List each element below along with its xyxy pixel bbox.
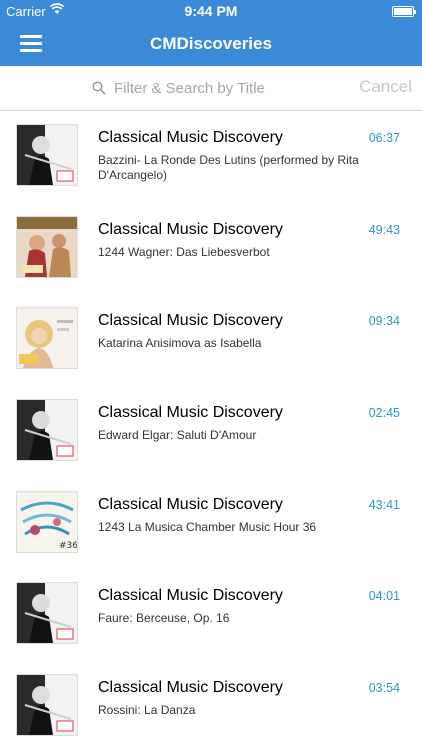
episode-thumbnail — [16, 582, 78, 645]
episode-duration: 06:37 — [368, 131, 400, 145]
episode-title: Classical Music Discovery — [98, 312, 283, 330]
episode-duration: 04:01 — [368, 589, 400, 604]
episode-subtitle: Edward Elgar: Saluti D'Amour — [98, 428, 257, 443]
episode-thumbnail — [16, 124, 78, 186]
top-bar: Carrier 9:44 PM CMDiscoveries — [0, 0, 422, 66]
search-icon — [92, 81, 106, 95]
list-item[interactable]: Classical Music Discovery Edward Elgar: S… — [0, 386, 422, 478]
episode-subtitle: 1244 Wagner: Das Liebesverbot — [98, 244, 270, 259]
list-item[interactable]: Classical Music Discovery Faure: Berceuse… — [0, 569, 422, 661]
cancel-button[interactable]: Cancel — [359, 77, 412, 97]
episode-duration: 43:41 — [368, 497, 400, 512]
episode-title: Classical Music Discovery — [98, 404, 283, 422]
episode-duration: 49:43 — [368, 222, 400, 237]
episode-thumbnail: #36 — [16, 490, 78, 553]
episode-thumbnail — [16, 674, 78, 737]
episode-subtitle: Bazzini- La Ronde Des Lutins (performed … — [98, 153, 359, 182]
episode-title: Classical Music Discovery — [98, 587, 283, 605]
episode-title: Classical Music Discovery — [98, 679, 283, 697]
episode-duration: 03:54 — [368, 681, 400, 696]
battery-icon — [392, 6, 416, 17]
episode-title: Classical Music Discovery — [98, 129, 283, 146]
episode-thumbnail — [16, 307, 78, 370]
episode-thumbnail — [16, 399, 78, 462]
search-input[interactable] — [114, 77, 334, 99]
episode-title: Classical Music Discovery — [98, 495, 283, 513]
episode-thumbnail — [16, 215, 78, 278]
episode-subtitle: Faure: Berceuse, Op. 16 — [98, 611, 230, 626]
navigation-bar: CMDiscoveries — [0, 22, 422, 66]
episode-list: Classical Music Discovery Bazzini- La Ron… — [0, 111, 422, 753]
status-time: 9:44 PM — [184, 3, 238, 19]
list-item[interactable]: Classical Music Discovery 1244 Wagner: Da… — [0, 203, 422, 295]
episode-subtitle: 1243 La Musica Chamber Music Hour 36 — [98, 519, 317, 534]
svg-text:#36: #36 — [59, 541, 77, 551]
status-bar: Carrier 9:44 PM — [0, 0, 422, 22]
list-item[interactable]: Classical Music Discovery Rossini: La Dan… — [0, 661, 422, 753]
list-item[interactable]: Classical Music Discovery Katarina Anisim… — [0, 294, 422, 386]
episode-duration: 09:34 — [368, 314, 400, 329]
episode-duration: 02:45 — [368, 406, 400, 421]
episode-title: Classical Music Discovery — [98, 220, 283, 238]
list-item[interactable]: #36 Classical Music Discovery 1243 La Musi… — [0, 478, 422, 570]
list-item[interactable]: Classical Music Discovery Bazzini- La Ron… — [0, 111, 422, 203]
page-title: CMDiscoveries — [150, 34, 272, 53]
episode-subtitle: Rossini: La Danza — [98, 703, 196, 718]
episode-subtitle: Katarina Anisimova as Isabella — [98, 336, 262, 351]
search-bar: Cancel — [0, 66, 422, 111]
